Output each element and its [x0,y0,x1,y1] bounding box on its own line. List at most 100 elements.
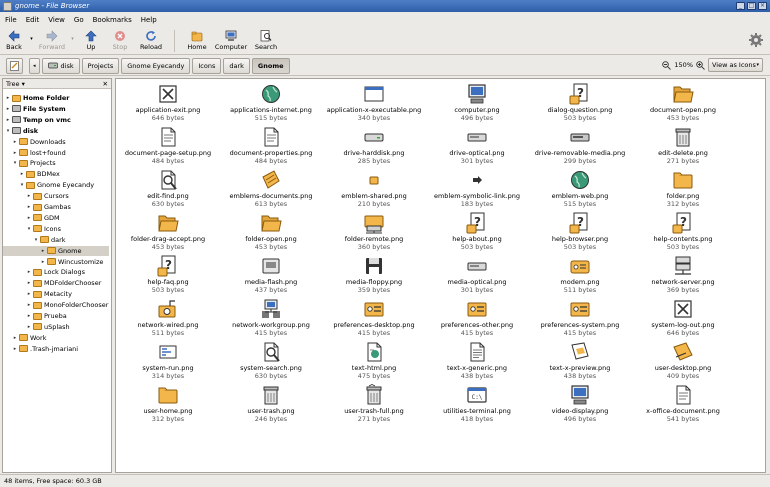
view-as-select[interactable]: View as Icons ▾ [708,58,763,72]
breadcrumb-gnome[interactable]: Gnome [251,57,290,74]
computer-button[interactable]: Computer [213,27,249,54]
file-item[interactable]: document-page-setup.png 484 bytes [116,123,220,165]
sidebar-item-disk[interactable]: ▾ disk [5,126,38,136]
expander-closed-icon[interactable]: ▸ [40,259,46,265]
expander-open-icon[interactable]: ▾ [12,160,18,166]
file-item[interactable]: modem.png 511 bytes [528,252,632,294]
sidebar-item-temp-on-vmc[interactable]: ▸ Temp on vmc [5,115,71,125]
file-item[interactable]: media-optical.png 301 bytes [425,252,529,294]
minimize-button[interactable]: _ [736,2,745,10]
sidebar-item-usplash[interactable]: ▸ uSplash [26,322,70,332]
expander-closed-icon[interactable]: ▸ [26,193,32,199]
breadcrumb-gnome-eyecandy[interactable]: Gnome Eyecandy [121,57,191,74]
file-item[interactable]: folder-drag-accept.png 453 bytes [116,209,220,251]
menu-view[interactable]: View [47,16,66,24]
sidebar-item-gdm[interactable]: ▸ GDM [26,213,60,223]
window-menu-icon[interactable] [3,1,12,11]
home-button[interactable]: Home [181,27,213,54]
menu-help[interactable]: Help [140,16,158,24]
file-item[interactable]: user-trash.png 246 bytes [219,381,323,423]
sidebar-item-work[interactable]: ▸ Work [12,333,47,343]
sidebar-item-file-system[interactable]: ▸ File System [5,104,66,114]
file-item[interactable]: preferences-system.png 415 bytes [528,295,632,337]
expander-closed-icon[interactable]: ▸ [5,106,11,112]
file-item[interactable]: system-run.png 314 bytes [116,338,220,380]
file-item[interactable]: user-trash-full.png 271 bytes [322,381,426,423]
breadcrumb-projects[interactable]: Projects [81,57,120,74]
search-button[interactable]: Search [249,27,283,54]
expander-open-icon[interactable]: ▾ [5,128,11,134]
file-item[interactable]: folder-open.png 453 bytes [219,209,323,251]
file-item[interactable]: folder-remote.png 360 bytes [322,209,426,251]
forward-button[interactable]: Forward [35,27,69,54]
file-item[interactable]: system-log-out.png 646 bytes [631,295,735,337]
sidebar-item-gnome[interactable]: ▸ Gnome [3,245,109,256]
file-item[interactable]: folder.png 312 bytes [631,166,735,208]
file-item[interactable]: user-home.png 312 bytes [116,381,220,423]
expander-closed-icon[interactable]: ▸ [26,215,32,221]
toggle-location-entry-button[interactable] [6,57,23,74]
sidebar-item-mdfolderchooser[interactable]: ▸ MDFolderChooser [26,278,102,288]
expander-closed-icon[interactable]: ▸ [12,150,18,156]
expander-open-icon[interactable]: ▾ [33,237,39,243]
file-item[interactable]: emblem-web.png 515 bytes [528,166,632,208]
file-item[interactable]: ? help-about.png 503 bytes [425,209,529,251]
sidebar-item-wincustomize[interactable]: ▸ Wincustomize [40,257,104,267]
file-item[interactable]: drive-removable-media.png 299 bytes [528,123,632,165]
file-item[interactable]: ? dialog-question.png 503 bytes [528,80,632,122]
expander-closed-icon[interactable]: ▸ [26,324,32,330]
file-item[interactable]: network-workgroup.png 415 bytes [219,295,323,337]
file-item[interactable]: media-floppy.png 359 bytes [322,252,426,294]
expander-open-icon[interactable]: ▾ [19,182,25,188]
file-item[interactable]: ? help-browser.png 503 bytes [528,209,632,251]
file-item[interactable]: network-wired.png 511 bytes [116,295,220,337]
breadcrumb-disk[interactable]: disk [41,57,80,74]
sidebar-item-lock-dialogs[interactable]: ▸ Lock Dialogs [26,267,85,277]
expander-closed-icon[interactable]: ▸ [26,269,32,275]
menu-edit[interactable]: Edit [25,16,41,24]
sidebar-item-metacity[interactable]: ▸ Metacity [26,289,72,299]
file-item[interactable]: preferences-other.png 415 bytes [425,295,529,337]
file-item[interactable]: system-search.png 630 bytes [219,338,323,380]
stop-button[interactable]: Stop [106,27,134,54]
breadcrumb-icons[interactable]: Icons [192,57,222,74]
file-item[interactable]: preferences-desktop.png 415 bytes [322,295,426,337]
file-item[interactable]: emblems-documents.png 613 bytes [219,166,323,208]
file-item[interactable]: x-office-document.png 541 bytes [631,381,735,423]
sidebar-item-monofolderchooser[interactable]: ▸ MonoFolderChooser [26,300,109,310]
sidebar-item-lost-found[interactable]: ▸ lost+found [12,148,66,158]
sidebar-item-home-folder[interactable]: ▸ Home Folder [5,93,70,103]
sidebar-item-icons[interactable]: ▾ Icons [26,224,61,234]
expander-closed-icon[interactable]: ▸ [26,302,32,308]
expander-closed-icon[interactable]: ▸ [5,95,11,101]
expander-closed-icon[interactable]: ▸ [26,280,32,286]
sidebar-item-gnome-eyecandy[interactable]: ▾ Gnome Eyecandy [19,180,94,190]
file-item[interactable]: edit-delete.png 271 bytes [631,123,735,165]
file-item[interactable]: computer.png 496 bytes [425,80,529,122]
breadcrumb-scroll-left[interactable]: ◂ [29,57,40,74]
zoom-level[interactable]: 150% [674,61,693,69]
sidebar-close-icon[interactable]: ✕ [103,80,108,88]
file-item[interactable]: ? help-contents.png 503 bytes [631,209,735,251]
zoom-in-icon[interactable] [696,60,705,70]
expander-closed-icon[interactable]: ▸ [26,204,32,210]
file-item[interactable]: video-display.png 496 bytes [528,381,632,423]
sidebar-item-trash-jmariani[interactable]: ▸ .Trash-jmariani [12,344,78,354]
menu-bookmarks[interactable]: Bookmarks [92,16,133,24]
file-item[interactable]: drive-optical.png 301 bytes [425,123,529,165]
sidebar-item-dark[interactable]: ▾ dark [33,235,66,245]
up-button[interactable]: Up [76,27,106,54]
menu-go[interactable]: Go [73,16,85,24]
sidebar-mode-select[interactable]: Tree ▾ [6,80,25,88]
expander-open-icon[interactable]: ▾ [26,226,32,232]
file-item[interactable]: application-x-executable.png 340 bytes [322,80,426,122]
file-item[interactable]: document-properties.png 484 bytes [219,123,323,165]
file-item[interactable]: application-exit.png 646 bytes [116,80,220,122]
file-item[interactable]: text-x-generic.png 438 bytes [425,338,529,380]
maximize-button[interactable]: □ [747,2,756,10]
breadcrumb-dark[interactable]: dark [223,57,250,74]
zoom-out-icon[interactable] [662,60,672,70]
sidebar-item-downloads[interactable]: ▸ Downloads [12,137,66,147]
expander-closed-icon[interactable]: ▸ [5,117,11,123]
forward-history-dropdown[interactable]: ▾ [69,27,76,54]
